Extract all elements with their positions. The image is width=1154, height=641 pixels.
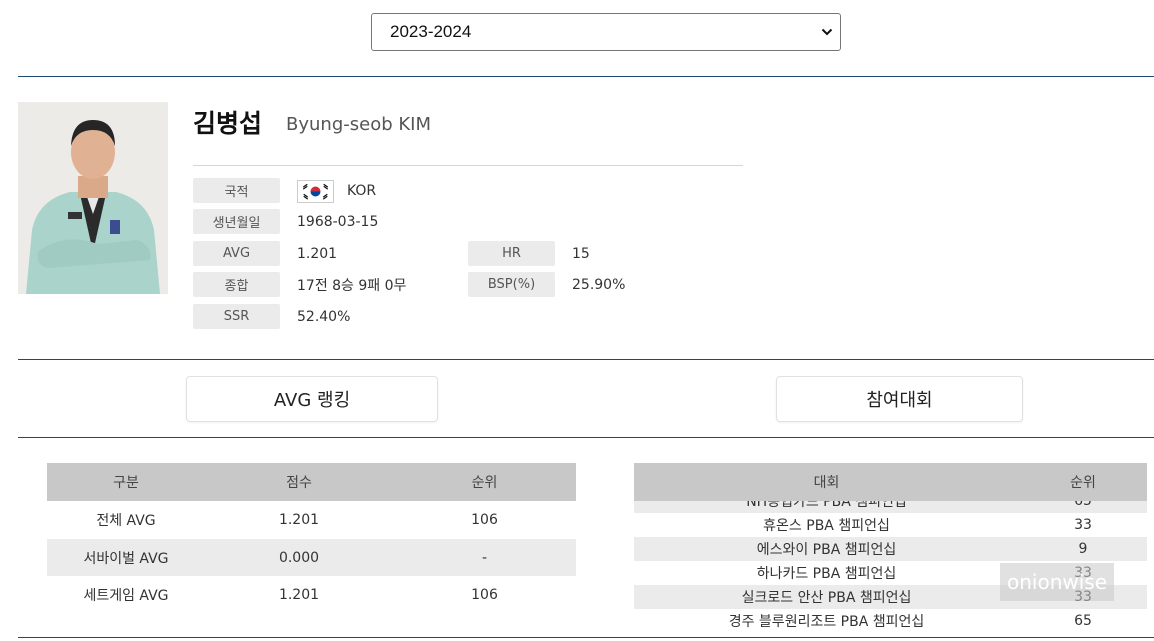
tournament-rank-cell: 65 bbox=[1074, 501, 1092, 509]
tournament-name-cell: 휴온스 PBA 챔피언십 bbox=[763, 518, 890, 534]
tournament-rank-cell: 65 bbox=[1074, 613, 1092, 629]
hr-value: 15 bbox=[572, 245, 590, 262]
name-divider bbox=[193, 165, 743, 166]
divider bbox=[18, 76, 1154, 77]
nationality-value: KOR bbox=[347, 182, 377, 199]
ssr-value: 52.40% bbox=[297, 308, 351, 325]
season-select-value: 2023-2024 bbox=[390, 22, 472, 41]
avg-category-cell: 세트게임 AVG bbox=[83, 588, 169, 604]
table-row: 에스와이 PBA 챔피언십 9 bbox=[634, 537, 1147, 561]
birth-label: 생년월일 bbox=[193, 209, 280, 234]
watermark: onionwise bbox=[1000, 563, 1114, 601]
avg-score-cell: 1.201 bbox=[278, 587, 320, 603]
tournament-name-cell: 하나카드 PBA 챔피언십 bbox=[756, 566, 897, 582]
table-row: NH농협카드 PBA 챔피언십 65 bbox=[634, 501, 1147, 513]
nationality-label: 국적 bbox=[193, 178, 280, 203]
player-name-en: Byung-seob KIM bbox=[286, 114, 431, 135]
avg-score-cell: 0.000 bbox=[278, 549, 320, 566]
avg-category-cell: 전체 AVG bbox=[96, 513, 156, 529]
table-row: 휴온스 PBA 챔피언십 33 bbox=[634, 513, 1147, 537]
tournament-col-rank: 순위 bbox=[1070, 475, 1096, 491]
tournament-name-cell: NH농협카드 PBA 챔피언십 bbox=[746, 501, 907, 510]
avg-category-cell: 서바이벌 AVG bbox=[83, 550, 169, 567]
avg-rank-cell: 106 bbox=[471, 512, 498, 528]
bsp-value: 25.90% bbox=[572, 276, 626, 293]
tournament-col-name: 대회 bbox=[813, 475, 840, 491]
divider bbox=[18, 437, 1154, 438]
ssr-label: SSR bbox=[193, 304, 280, 329]
avg-rank-cell: 106 bbox=[471, 587, 498, 603]
season-select[interactable]: 2023-2024 bbox=[371, 13, 841, 51]
tournament-table-scroll[interactable]: NH농협카드 PBA 챔피언십 65 휴온스 PBA 챔피언십 33 에스와이 … bbox=[634, 463, 1147, 633]
divider bbox=[18, 637, 1154, 638]
tournament-name-cell: 실크로드 안산 PBA 챔피언십 bbox=[741, 590, 912, 606]
avg-col-score: 점수 bbox=[286, 475, 312, 491]
table-row: 서바이벌 AVG 0.000 - bbox=[47, 539, 576, 576]
tab-avg-ranking[interactable]: AVG 랭킹 bbox=[186, 376, 438, 422]
avg-col-rank: 순위 bbox=[471, 475, 498, 491]
table-row: 경주 블루원리조트 PBA 챔피언십 65 bbox=[634, 609, 1147, 633]
tournament-rank-cell: 9 bbox=[1078, 541, 1088, 557]
tab-tournaments[interactable]: 참여대회 bbox=[776, 376, 1023, 422]
avg-value: 1.201 bbox=[297, 245, 338, 262]
bsp-label: BSP(%) bbox=[468, 272, 555, 297]
avg-table-header: 구분 점수 순위 bbox=[47, 463, 576, 501]
tournament-name-cell: 경주 블루원리조트 PBA 챔피언십 bbox=[728, 614, 925, 630]
player-photo bbox=[18, 102, 168, 294]
table-row: 전체 AVG 1.201 106 bbox=[47, 501, 576, 539]
hr-label: HR bbox=[468, 241, 555, 266]
tournament-name-cell: 에스와이 PBA 챔피언십 bbox=[756, 542, 897, 558]
chevron-down-icon bbox=[821, 28, 833, 36]
korea-flag-icon bbox=[297, 180, 334, 203]
total-value: 17전 8승 9패 0무 bbox=[297, 277, 407, 294]
avg-col-category: 구분 bbox=[113, 475, 139, 491]
birth-value: 1968-03-15 bbox=[297, 213, 379, 230]
avg-label: AVG bbox=[193, 241, 280, 266]
divider bbox=[18, 359, 1154, 360]
table-row: 세트게임 AVG 1.201 106 bbox=[47, 576, 576, 614]
tournament-rank-cell: 33 bbox=[1074, 517, 1092, 533]
total-label: 종합 bbox=[193, 272, 280, 297]
avg-rank-cell: - bbox=[481, 549, 488, 566]
player-name-ko: 김병섭 bbox=[193, 109, 263, 138]
tournament-table-header: 대회 순위 bbox=[634, 463, 1147, 501]
avg-score-cell: 1.201 bbox=[278, 512, 320, 528]
